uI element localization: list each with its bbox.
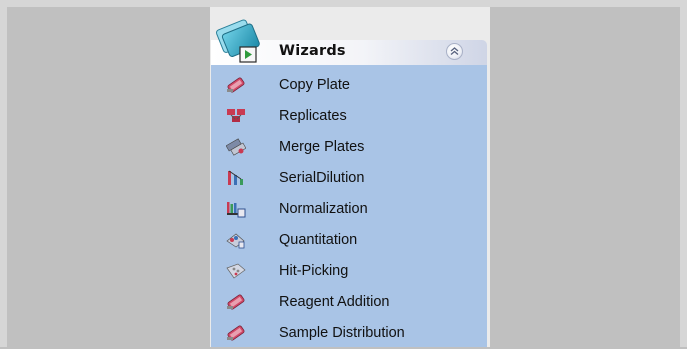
wizard-item-sample-distribution[interactable]: Sample Distribution (211, 318, 487, 349)
wizard-item-serial-dilution[interactable]: SerialDilution (211, 163, 487, 194)
sample-distribution-icon (226, 324, 246, 342)
wizard-item-label: SerialDilution (279, 170, 365, 186)
wizard-item-label: Copy Plate (279, 77, 350, 93)
wizards-list: Copy Plate Replicates Merge Plates Seria… (211, 65, 487, 347)
wizard-item-label: Sample Distribution (279, 325, 405, 341)
wizard-item-replicates[interactable]: Replicates (211, 101, 487, 132)
hit-picking-icon (226, 262, 246, 280)
wizard-item-label: Normalization (279, 201, 368, 217)
wizard-item-normalization[interactable]: Normalization (211, 194, 487, 225)
reagent-addition-icon (226, 293, 246, 311)
wizards-icon (215, 17, 267, 67)
quantitation-icon (226, 231, 246, 249)
task-pane: Wizards Copy Plate Replicates Merge Plat… (210, 7, 490, 347)
wizard-item-label: Merge Plates (279, 139, 365, 155)
wizard-item-reagent-addition[interactable]: Reagent Addition (211, 287, 487, 318)
wizard-item-label: Replicates (279, 108, 347, 124)
wizard-item-label: Quantitation (279, 232, 358, 248)
wizard-item-quantitation[interactable]: Quantitation (211, 225, 487, 256)
wizard-item-label: Hit-Picking (279, 263, 349, 279)
wizard-item-hit-picking[interactable]: Hit-Picking (211, 256, 487, 287)
merge-plates-icon (225, 138, 247, 156)
copy-plate-icon (226, 76, 246, 94)
wizard-item-label: Reagent Addition (279, 294, 390, 310)
wizard-item-copy-plate[interactable]: Copy Plate (211, 70, 487, 101)
serial-dilution-icon (226, 169, 246, 187)
replicates-icon (226, 107, 246, 125)
wizards-group-title: Wizards (279, 43, 346, 59)
double-chevron-up-icon[interactable] (446, 43, 463, 60)
wizards-group: Wizards Copy Plate Replicates Merge Plat… (211, 40, 487, 347)
normalization-icon (226, 200, 246, 218)
wizard-item-merge-plates[interactable]: Merge Plates (211, 132, 487, 163)
